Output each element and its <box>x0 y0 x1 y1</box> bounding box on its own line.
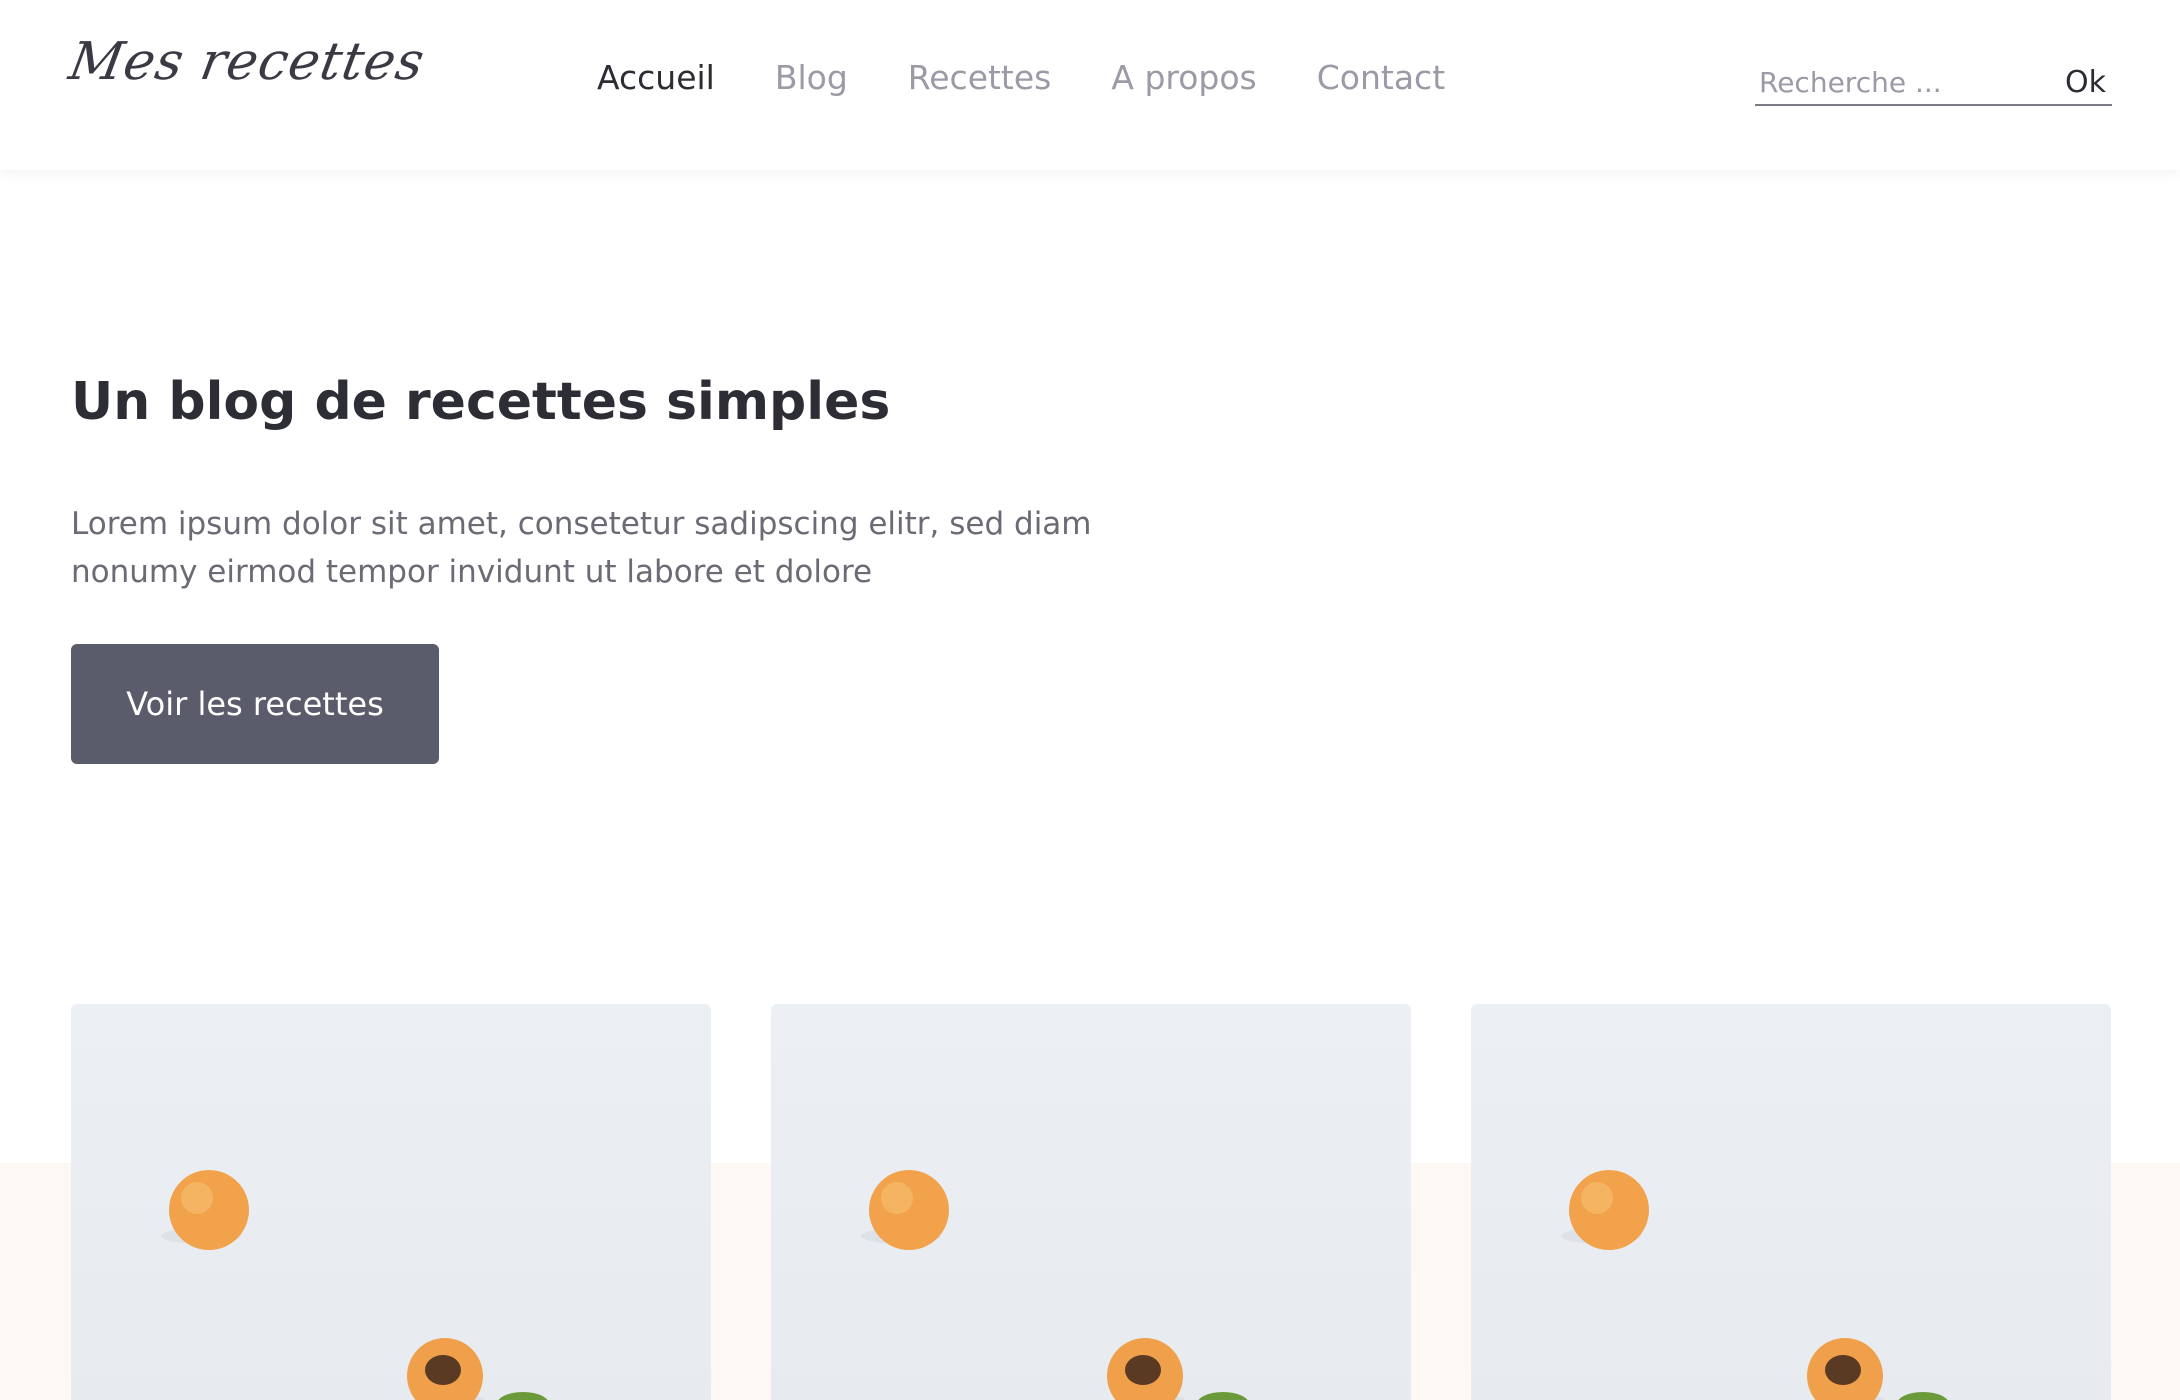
search-input[interactable] <box>1755 62 2045 102</box>
apricots-image <box>1561 1170 1948 1400</box>
recipe-card-image[interactable] <box>771 1004 1411 1400</box>
apricots-image <box>861 1170 1248 1400</box>
recipe-card-image[interactable] <box>1471 1004 2111 1400</box>
site-logo[interactable]: Mes recettes <box>65 32 430 92</box>
nav-item-blog[interactable]: Blog <box>775 58 848 97</box>
site-header: Mes recettes Accueil Blog Recettes A pro… <box>0 0 2180 170</box>
nav-item-a-propos[interactable]: A propos <box>1111 58 1256 97</box>
recipe-card-image[interactable] <box>71 1004 711 1400</box>
nav-item-recettes[interactable]: Recettes <box>908 58 1052 97</box>
hero-description: Lorem ipsum dolor sit amet, consetetur s… <box>71 506 1092 590</box>
hero-title: Un blog de recettes simples <box>71 372 891 432</box>
nav-item-accueil[interactable]: Accueil <box>597 58 715 97</box>
main-nav: Accueil Blog Recettes A propos Contact <box>597 58 1445 97</box>
apricots-image <box>161 1170 548 1400</box>
search-bar: Ok <box>1755 60 2112 106</box>
search-submit-button[interactable]: Ok <box>2065 65 2106 100</box>
nav-item-contact[interactable]: Contact <box>1317 58 1445 97</box>
view-recipes-button[interactable]: Voir les recettes <box>71 644 439 764</box>
